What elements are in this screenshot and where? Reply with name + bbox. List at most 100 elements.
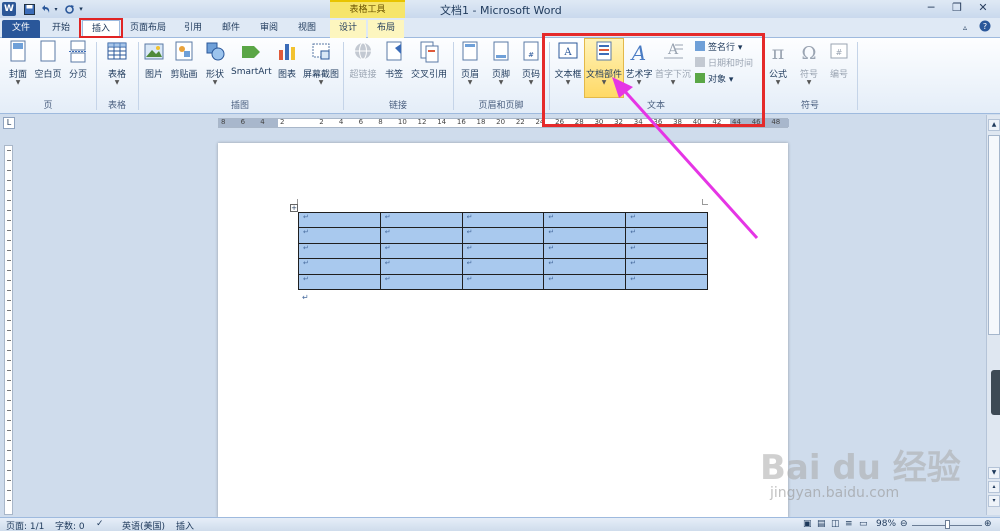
blank-page-button[interactable]: 空白页: [33, 38, 63, 98]
table-cell[interactable]: ↵: [461, 211, 545, 229]
table-cell[interactable]: ↵: [625, 242, 708, 260]
table-cell[interactable]: ↵: [379, 211, 463, 229]
table-cell[interactable]: ↵: [543, 211, 627, 229]
smartart-button[interactable]: SmartArt: [231, 38, 272, 98]
table-cell[interactable]: ↵: [461, 227, 545, 244]
tab-table-layout[interactable]: 布局: [368, 20, 404, 38]
zoom-level[interactable]: 98%: [876, 519, 896, 529]
tab-view[interactable]: 视图: [292, 20, 322, 38]
tab-references[interactable]: 引用: [178, 20, 208, 38]
zoom-out-icon[interactable]: ⊖: [900, 519, 908, 529]
scroll-up-icon[interactable]: ▲: [988, 119, 1000, 131]
next-page-icon[interactable]: ▾: [988, 495, 1000, 507]
undo-dropdown-icon[interactable]: ▾: [52, 2, 60, 16]
word-logo-icon[interactable]: W: [2, 2, 16, 16]
table-row[interactable]: ↵ ↵ ↵ ↵ ↵: [298, 211, 708, 229]
outline-view-icon[interactable]: ≡: [845, 519, 853, 529]
document-table[interactable]: ↵ ↵ ↵ ↵ ↵ ↵ ↵ ↵ ↵ ↵ ↵ ↵ ↵ ↵ ↵ ↵ ↵ ↵ ↵ ↵ ↵ ↵ ↵ ↵ ↵: [298, 211, 708, 291]
previous-page-icon[interactable]: ▴: [988, 481, 1000, 493]
table-cell[interactable]: ↵: [298, 273, 381, 291]
customize-qat-icon[interactable]: ▾: [77, 2, 85, 16]
number-button[interactable]: # 编号: [826, 38, 852, 98]
minimize-button[interactable]: ─: [918, 2, 944, 16]
table-row[interactable]: ↵ ↵ ↵ ↵ ↵: [298, 273, 708, 291]
save-icon[interactable]: [22, 2, 36, 16]
page-count[interactable]: 页面: 1/1: [6, 519, 44, 531]
table-cell[interactable]: ↵: [379, 258, 463, 275]
status-bar: 页面: 1/1 字数: 0 ✓ 英语(美国) 插入 ▣ ▤ ◫ ≡ ▭ 98% …: [0, 517, 1000, 531]
table-cell[interactable]: ↵: [543, 242, 627, 260]
zoom-slider-thumb[interactable]: [945, 520, 950, 529]
tab-mailings[interactable]: 邮件: [216, 20, 246, 38]
table-cell[interactable]: ↵: [625, 227, 708, 244]
cross-reference-button[interactable]: 交叉引用: [409, 38, 449, 98]
table-cell[interactable]: ↵: [625, 211, 708, 229]
shapes-button[interactable]: 形状 ▼: [202, 38, 228, 98]
scroll-down-icon[interactable]: ▼: [988, 467, 1000, 479]
table-cell[interactable]: ↵: [379, 242, 463, 260]
table-row[interactable]: ↵ ↵ ↵ ↵ ↵: [298, 227, 708, 244]
table-cell[interactable]: ↵: [543, 227, 627, 244]
zoom-in-icon[interactable]: ⊕: [984, 519, 992, 529]
tab-design[interactable]: 设计: [330, 20, 366, 38]
help-icon[interactable]: ?: [978, 20, 992, 38]
symbol-button[interactable]: Ω 符号 ▼: [796, 38, 822, 98]
side-panel-tab[interactable]: [991, 370, 1000, 415]
redo-icon[interactable]: [62, 2, 76, 16]
equation-button[interactable]: π 公式 ▼: [766, 38, 790, 98]
web-view-icon[interactable]: ◫: [831, 519, 840, 529]
minimize-ribbon-icon[interactable]: ▵: [958, 20, 972, 38]
page-break-button[interactable]: 分页: [65, 38, 91, 98]
ruler-tick: [7, 220, 11, 221]
table-cell[interactable]: ↵: [298, 227, 381, 244]
table-cell[interactable]: ↵: [625, 273, 708, 291]
bookmark-button[interactable]: 书签: [381, 38, 407, 98]
table-row[interactable]: ↵ ↵ ↵ ↵ ↵: [298, 242, 708, 260]
table-cell[interactable]: ↵: [461, 258, 545, 275]
proofing-icon[interactable]: ✓: [96, 519, 104, 529]
insert-mode-indicator[interactable]: 插入: [176, 519, 194, 531]
table-cell[interactable]: ↵: [543, 273, 627, 291]
table-button[interactable]: 表格 ▼: [100, 38, 134, 98]
table-row[interactable]: ↵ ↵ ↵ ↵ ↵: [298, 258, 708, 275]
table-cell[interactable]: ↵: [461, 273, 545, 291]
table-cell[interactable]: ↵: [298, 258, 381, 275]
document-page[interactable]: + ↵ ↵ ↵ ↵ ↵ ↵ ↵ ↵ ↵ ↵ ↵ ↵ ↵ ↵ ↵ ↵ ↵ ↵ ↵ ↵ ↵ ↵ ↵ ↵ ↵ ↵: [218, 143, 788, 518]
table-cell[interactable]: ↵: [298, 211, 381, 229]
restore-button[interactable]: ❐: [944, 2, 970, 16]
word-count[interactable]: 字数: 0: [55, 519, 85, 531]
language-indicator[interactable]: 英语(美国): [122, 519, 165, 531]
tab-file[interactable]: 文件: [2, 20, 40, 38]
vertical-scrollbar[interactable]: ▲ ▼ ▴ ▾: [986, 115, 1000, 515]
window-title: 文档1 - Microsoft Word: [440, 4, 562, 17]
reading-view-icon[interactable]: ▤: [817, 519, 826, 529]
clipart-label: 剪贴画: [170, 70, 198, 80]
table-move-handle-icon[interactable]: +: [290, 204, 298, 212]
table-cell[interactable]: ↵: [543, 258, 627, 275]
picture-button[interactable]: 图片: [142, 38, 166, 98]
header-button[interactable]: 页眉 ▼: [457, 38, 483, 98]
tab-home[interactable]: 开始: [46, 20, 76, 38]
tab-selector-icon[interactable]: L: [3, 117, 15, 129]
clipart-button[interactable]: 剪贴画: [168, 38, 200, 98]
table-cell[interactable]: ↵: [379, 273, 463, 291]
table-cell[interactable]: ↵: [298, 242, 381, 260]
hyperlink-button[interactable]: 超链接: [347, 38, 379, 98]
print-layout-view-icon[interactable]: ▣: [803, 519, 812, 529]
table-cell[interactable]: ↵: [625, 258, 708, 275]
tab-page-layout[interactable]: 页面布局: [126, 20, 170, 38]
tab-review[interactable]: 审阅: [254, 20, 284, 38]
table-cell[interactable]: ↵: [379, 227, 463, 244]
chart-button[interactable]: 图表: [274, 38, 300, 98]
insert-tab-highlight: [79, 18, 123, 38]
page-number-button[interactable]: # 页码 ▼: [518, 38, 544, 98]
table-cell[interactable]: ↵: [461, 242, 545, 260]
vertical-ruler[interactable]: [4, 145, 13, 515]
screenshot-button[interactable]: 屏幕截图 ▼: [302, 38, 340, 98]
footer-button[interactable]: 页脚 ▼: [488, 38, 514, 98]
cover-page-button[interactable]: 封面 ▼: [4, 38, 32, 98]
close-button[interactable]: ✕: [970, 2, 996, 16]
draft-view-icon[interactable]: ▭: [859, 519, 868, 529]
undo-icon[interactable]: [38, 2, 52, 16]
scroll-thumb[interactable]: [988, 135, 1000, 335]
